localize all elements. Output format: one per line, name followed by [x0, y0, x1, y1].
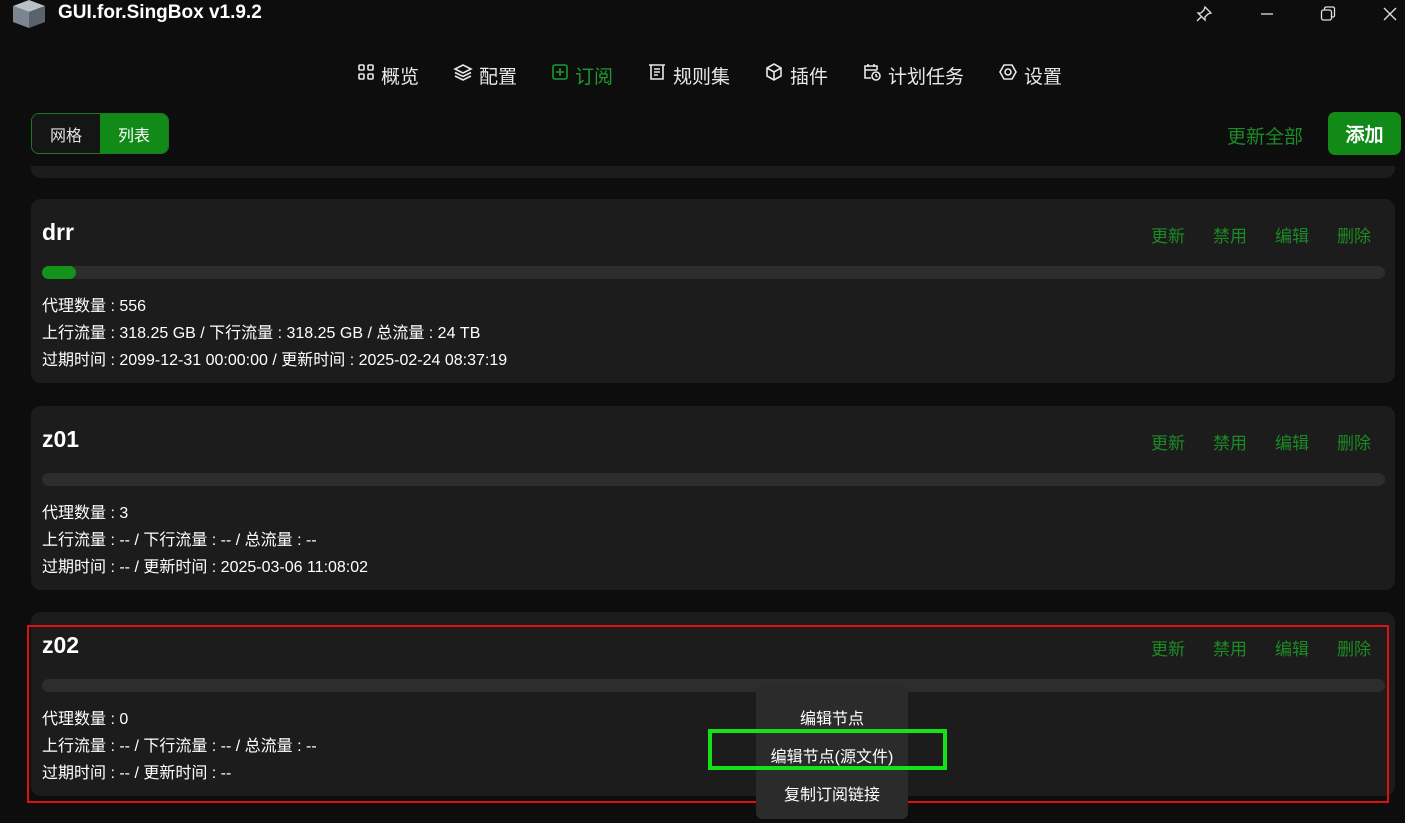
disable-button[interactable]: 禁用	[1213, 222, 1247, 247]
traffic-progress-bar	[42, 473, 1385, 486]
main-nav: 概览 配置 订阅 规则集 插件 计划任务 设置	[0, 58, 1405, 92]
nav-plugins[interactable]: 插件	[764, 58, 828, 92]
layers-icon	[453, 63, 473, 87]
nav-overview-label: 概览	[380, 66, 419, 88]
annotation-green-box	[708, 729, 947, 770]
edit-button[interactable]: 编辑	[1275, 222, 1309, 247]
update-button[interactable]: 更新	[1151, 222, 1185, 247]
nav-profiles[interactable]: 配置	[453, 58, 517, 92]
title-bar: GUI.for.SingBox v1.9.2	[0, 0, 1405, 32]
subscription-card: drr 更新 禁用 编辑 删除 代理数量 : 556 上行流量 : 318.25…	[31, 199, 1395, 383]
nav-scheduled-tasks-label: 计划任务	[888, 66, 965, 88]
proxy-count: 代理数量 : 3	[42, 505, 129, 522]
edit-button[interactable]: 编辑	[1275, 429, 1309, 454]
pin-icon[interactable]	[1181, 0, 1227, 28]
nav-settings[interactable]: 设置	[998, 58, 1062, 92]
calendar-clock-icon	[862, 62, 882, 88]
nav-scheduled-tasks[interactable]: 计划任务	[862, 58, 964, 92]
annotation-red-box	[27, 625, 1389, 803]
time-info: 过期时间 : 2099-12-31 00:00:00 / 更新时间 : 2025…	[42, 352, 508, 369]
restore-icon[interactable]	[1305, 0, 1351, 28]
subscription-card: z01 更新 禁用 编辑 删除 代理数量 : 3 上行流量 : -- / 下行流…	[31, 406, 1395, 590]
nav-settings-label: 设置	[1024, 66, 1063, 88]
menu-item-copy-subscription-link[interactable]: 复制订阅链接	[756, 774, 908, 812]
subscribe-icon	[551, 63, 569, 87]
traffic-progress-bar	[42, 266, 1385, 279]
view-toggle: 网格 列表	[31, 113, 169, 154]
ruleset-icon	[647, 63, 667, 87]
delete-button[interactable]: 删除	[1337, 222, 1371, 247]
disable-button[interactable]: 禁用	[1213, 429, 1247, 454]
settings-icon	[998, 62, 1018, 88]
minimize-icon[interactable]	[1244, 0, 1290, 28]
update-button[interactable]: 更新	[1151, 429, 1185, 454]
previous-card-edge	[31, 166, 1395, 178]
traffic-progress-fill	[42, 266, 76, 279]
card-actions: 更新 禁用 编辑 删除	[1151, 222, 1371, 247]
close-icon[interactable]	[1367, 0, 1405, 28]
time-info: 过期时间 : -- / 更新时间 : 2025-03-06 11:08:02	[42, 559, 369, 576]
app-title: GUI.for.SingBox v1.9.2	[58, 2, 262, 23]
cube-logo-icon	[12, 0, 46, 28]
delete-button[interactable]: 删除	[1337, 429, 1371, 454]
nav-rulesets[interactable]: 规则集	[647, 58, 730, 92]
traffic-info: 上行流量 : -- / 下行流量 : -- / 总流量 : --	[42, 532, 317, 549]
grid-icon	[357, 63, 375, 87]
subscription-name: drr	[42, 219, 74, 245]
card-actions: 更新 禁用 编辑 删除	[1151, 429, 1371, 454]
nav-plugins-label: 插件	[790, 66, 829, 88]
proxy-count: 代理数量 : 556	[42, 298, 147, 315]
nav-rulesets-label: 规则集	[672, 66, 730, 88]
subscription-name: z01	[42, 426, 80, 452]
nav-subscriptions-label: 订阅	[574, 66, 613, 88]
add-button[interactable]: 添加	[1328, 112, 1401, 155]
nav-profiles-label: 配置	[478, 66, 517, 88]
box-icon	[764, 62, 784, 88]
view-list-button[interactable]: 列表	[100, 114, 168, 153]
nav-subscriptions[interactable]: 订阅	[551, 58, 613, 92]
nav-overview[interactable]: 概览	[357, 58, 419, 92]
traffic-info: 上行流量 : 318.25 GB / 下行流量 : 318.25 GB / 总流…	[42, 325, 481, 342]
update-all-button[interactable]: 更新全部	[1227, 122, 1303, 149]
view-grid-button[interactable]: 网格	[32, 114, 100, 153]
